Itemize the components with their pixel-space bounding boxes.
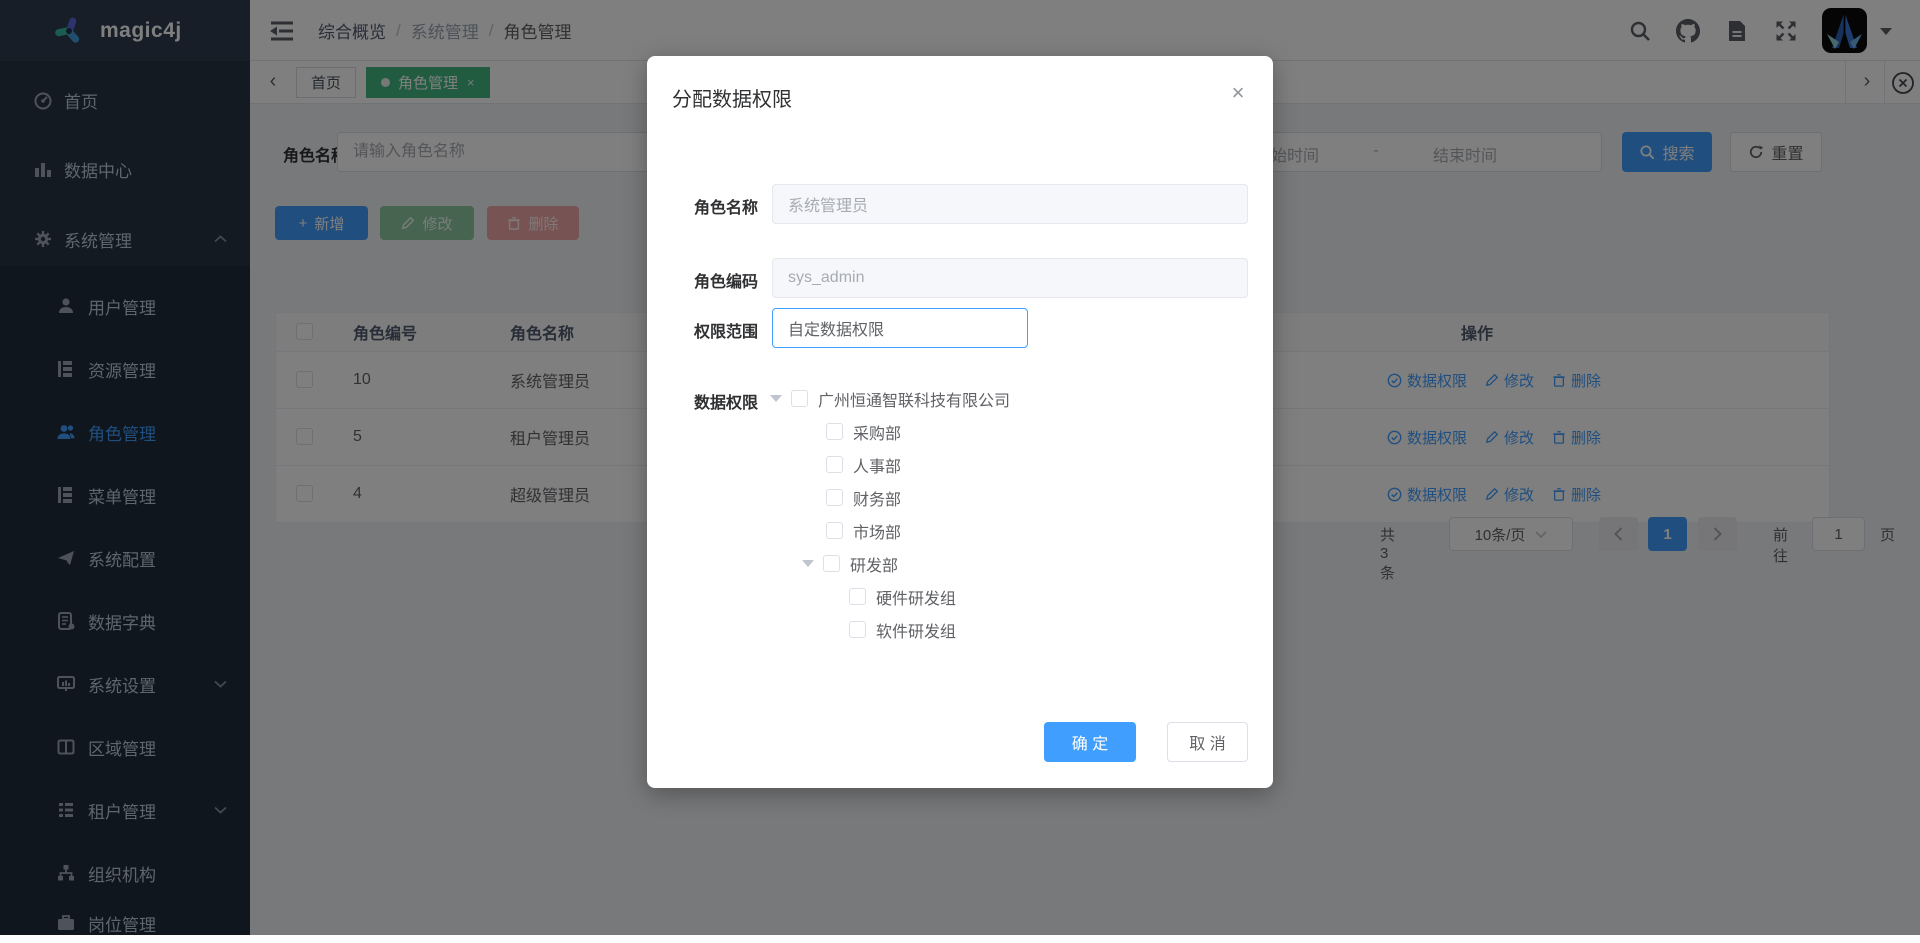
scope-label: 权限范围 [662,318,758,342]
tree-checkbox[interactable] [826,423,843,440]
tree-node-group[interactable]: 软件研发组 [647,613,1247,646]
scope-select[interactable]: 自定数据权限 [772,308,1028,348]
caret-down-icon[interactable] [770,395,782,402]
tree-node-department[interactable]: 研发部 [647,547,1247,580]
tree-checkbox[interactable] [823,555,840,572]
tree-checkbox[interactable] [826,522,843,539]
dialog-close-button[interactable]: × [1224,80,1252,108]
role-code-label: 角色编码 [662,268,758,292]
tree-checkbox[interactable] [826,456,843,473]
role-code-input [772,258,1248,298]
role-name-input [772,184,1248,224]
chevron-down-icon [1002,325,1014,332]
tree-node-department[interactable]: 财务部 [647,481,1247,514]
tree-node-department[interactable]: 采购部 [647,415,1247,448]
tree-node-department[interactable]: 市场部 [647,514,1247,547]
page-bottom-strip [0,935,1920,943]
scope-select-value: 自定数据权限 [788,316,884,340]
tree-checkbox[interactable] [849,621,866,638]
caret-down-icon[interactable] [802,560,814,567]
tree-node-department[interactable]: 人事部 [647,448,1247,481]
tree-node-group[interactable]: 硬件研发组 [647,580,1247,613]
assign-data-permission-dialog: 分配数据权限 × 角色名称 角色编码 权限范围 自定数据权限 数据权限 广州恒通… [647,56,1273,788]
app-screen: magic4j 首页 数据中心 系统管理 用户管理 资源管理 角色管理 [0,0,1920,943]
cancel-button[interactable]: 取 消 [1167,722,1248,762]
role-name-label: 角色名称 [662,194,758,218]
confirm-button[interactable]: 确 定 [1044,722,1136,762]
dialog-title: 分配数据权限 [672,83,792,112]
tree-checkbox[interactable] [826,489,843,506]
tree-checkbox[interactable] [849,588,866,605]
tree-checkbox[interactable] [791,390,808,407]
tree-node-company[interactable]: 广州恒通智联科技有限公司 [647,382,1247,415]
